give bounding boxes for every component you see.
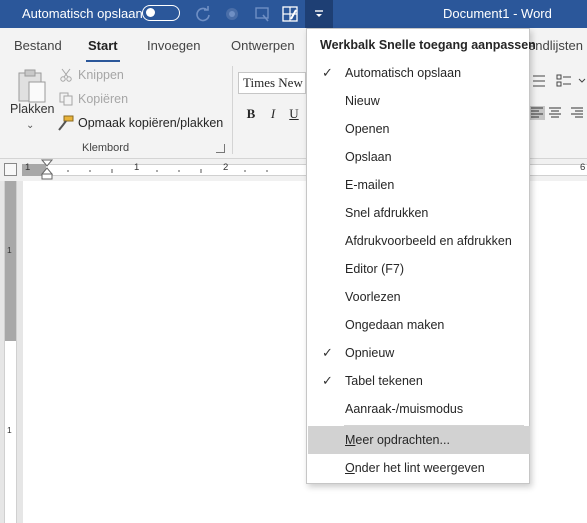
tab-bestand[interactable]: Bestand bbox=[14, 38, 62, 53]
tab-start[interactable]: Start bbox=[88, 38, 118, 53]
copy-icon bbox=[58, 91, 74, 107]
menu-item-label: Openen bbox=[345, 122, 390, 136]
menu-item-label: Automatisch opslaan bbox=[345, 66, 462, 80]
format-painter-label: Opmaak kopiëren/plakken bbox=[78, 116, 224, 130]
font-name-box[interactable]: Times New R bbox=[238, 72, 306, 94]
menu-item-show-below-ribbon[interactable]: Onder het lint weergeven bbox=[308, 454, 530, 482]
tab-verzendlijsten[interactable]: endlijsten bbox=[528, 38, 583, 53]
toggle-knob bbox=[146, 8, 155, 17]
title-bar: Automatisch opslaan Document1 - Word bbox=[0, 0, 587, 28]
dialog-launcher-icon[interactable] bbox=[216, 144, 225, 153]
vertical-ruler-margin bbox=[5, 181, 16, 341]
menu-item-email[interactable]: E-mailen bbox=[308, 171, 530, 199]
menu-item-more-commands[interactable]: Meer opdrachten... bbox=[308, 426, 530, 454]
align-left-icon[interactable] bbox=[529, 106, 545, 120]
bullets-icon[interactable] bbox=[530, 74, 546, 88]
menu-item-label: Aanraak-/muismodus bbox=[345, 402, 464, 416]
ruler-mark: 6 bbox=[580, 162, 586, 173]
checkmark-icon: ✓ bbox=[322, 345, 333, 360]
table-draw-icon[interactable] bbox=[280, 4, 300, 24]
cut-label: Knippen bbox=[78, 68, 124, 82]
bold-button[interactable]: B bbox=[243, 106, 259, 124]
menu-item-label: Nieuw bbox=[345, 94, 380, 108]
vertical-ruler: 1 1 bbox=[4, 181, 17, 523]
more-lists-icon[interactable] bbox=[578, 74, 587, 88]
menu-item-quick-print[interactable]: Snel afdrukken bbox=[308, 199, 530, 227]
copy-label: Kopiëren bbox=[78, 92, 129, 106]
clipboard-group: Plakken ⌄ Knippen Kopiëren Opmaak kopiër… bbox=[0, 62, 230, 159]
print-preview-icon[interactable] bbox=[252, 4, 272, 24]
menu-item-save[interactable]: Opslaan bbox=[308, 143, 530, 171]
numbering-icon[interactable] bbox=[556, 74, 572, 88]
align-center-icon[interactable] bbox=[547, 106, 563, 120]
menu-item-label: Tabel tekenen bbox=[345, 374, 423, 388]
menu-item-editor[interactable]: Editor (F7) bbox=[308, 255, 530, 283]
menu-item-label: Onder het lint weergeven bbox=[345, 461, 485, 475]
menu-item-autosave[interactable]: ✓ Automatisch opslaan bbox=[308, 59, 530, 87]
menu-item-label: Editor (F7) bbox=[345, 262, 405, 276]
menu-item-label: Snel afdrukken bbox=[345, 206, 429, 220]
vertical-ruler-mark: 1 bbox=[7, 245, 12, 255]
ruler-mark: 2 bbox=[223, 162, 229, 173]
format-painter-icon bbox=[58, 115, 74, 131]
italic-button[interactable]: I bbox=[265, 106, 281, 124]
menu-item-label: Meer opdrachten... bbox=[345, 433, 450, 447]
tab-ontwerpen[interactable]: Ontwerpen bbox=[231, 38, 295, 53]
show-below-rest: nder het lint weergeven bbox=[354, 461, 485, 475]
menu-item-label: Opnieuw bbox=[345, 346, 395, 360]
menu-item-new[interactable]: Nieuw bbox=[308, 87, 530, 115]
menu-item-redo[interactable]: ✓ Opnieuw bbox=[308, 339, 530, 367]
menu-item-print-preview[interactable]: Afdrukvoorbeeld en afdrukken bbox=[308, 227, 530, 255]
menu-item-read-aloud[interactable]: Voorlezen bbox=[308, 283, 530, 311]
tab-selector[interactable] bbox=[4, 163, 17, 176]
autosave-label: Automatisch opslaan bbox=[22, 6, 143, 21]
indent-marker-icon[interactable] bbox=[40, 159, 54, 181]
copy-button[interactable]: Kopiëren bbox=[58, 90, 128, 108]
menu-item-touch-mode[interactable]: Aanraak-/muismodus bbox=[308, 395, 530, 423]
underline-button[interactable]: U bbox=[286, 106, 302, 124]
group-divider bbox=[232, 66, 233, 154]
menu-item-label: Ongedaan maken bbox=[345, 318, 445, 332]
more-commands-rest: eer opdrachten... bbox=[355, 433, 450, 447]
tab-invoegen[interactable]: Invoegen bbox=[147, 38, 201, 53]
cut-button[interactable]: Knippen bbox=[58, 66, 124, 84]
menu-item-draw-table[interactable]: ✓ Tabel tekenen bbox=[308, 367, 530, 395]
ruler-mark: 1 bbox=[25, 162, 31, 173]
menu-header: Werkbalk Snelle toegang aanpassen bbox=[320, 38, 536, 52]
checkmark-icon: ✓ bbox=[322, 65, 333, 80]
paste-dropdown-icon[interactable]: ⌄ bbox=[26, 120, 34, 131]
customize-qat-icon bbox=[315, 10, 323, 17]
menu-item-label: Opslaan bbox=[345, 150, 392, 164]
scissors-icon bbox=[58, 67, 74, 83]
redo-icon[interactable] bbox=[193, 4, 213, 24]
touch-mode-icon[interactable] bbox=[222, 4, 242, 24]
vertical-ruler-mark: 1 bbox=[7, 425, 12, 435]
customize-qat-button[interactable] bbox=[305, 0, 333, 28]
checkmark-icon: ✓ bbox=[322, 373, 333, 388]
menu-item-label: E-mailen bbox=[345, 178, 395, 192]
customize-qat-menu: Werkbalk Snelle toegang aanpassen ✓ Auto… bbox=[306, 28, 536, 484]
menu-item-open[interactable]: Openen bbox=[308, 115, 530, 143]
ruler-mark: 1 bbox=[134, 162, 140, 173]
document-title: Document1 - Word bbox=[443, 6, 552, 21]
menu-item-label: Voorlezen bbox=[345, 290, 401, 304]
format-painter-button[interactable]: Opmaak kopiëren/plakken bbox=[58, 114, 223, 132]
clipboard-group-label: Klembord bbox=[82, 142, 130, 154]
align-right-icon[interactable] bbox=[569, 106, 585, 120]
paste-icon[interactable] bbox=[16, 68, 48, 104]
autosave-toggle[interactable] bbox=[142, 5, 180, 21]
menu-item-label: Afdrukvoorbeeld en afdrukken bbox=[345, 234, 512, 248]
menu-item-undo[interactable]: Ongedaan maken bbox=[308, 311, 530, 339]
paste-button[interactable]: Plakken bbox=[10, 102, 54, 116]
